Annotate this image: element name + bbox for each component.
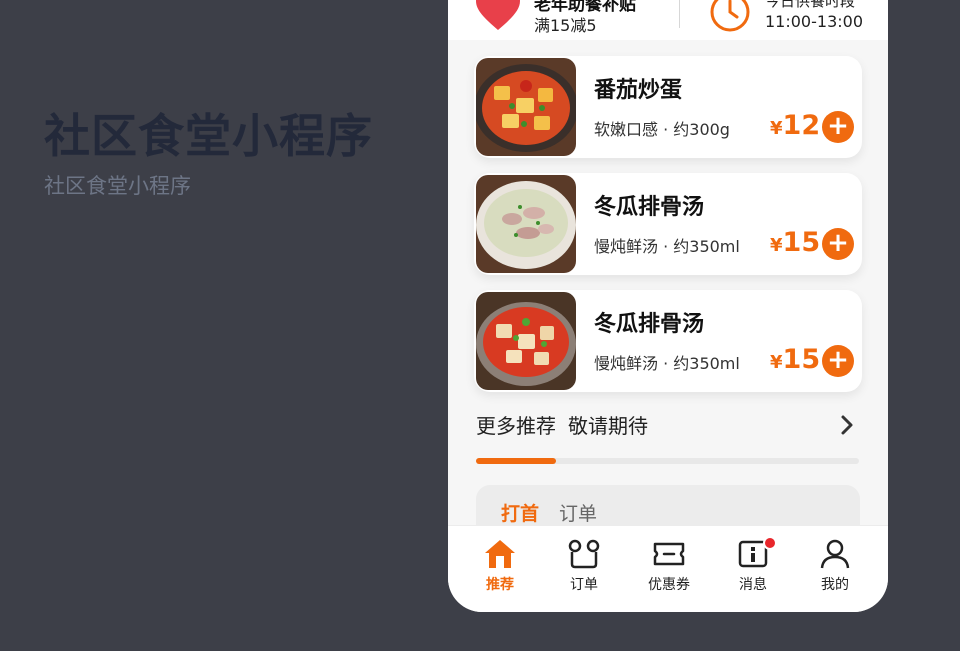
- profile-icon: [820, 539, 850, 569]
- nav-item-messages[interactable]: 消息: [718, 536, 788, 594]
- dish-description: 慢炖鲜汤 · 约350ml: [594, 354, 740, 373]
- dish-price: ¥15: [770, 227, 821, 258]
- nav-item-recommend[interactable]: 推荐: [465, 538, 535, 594]
- dish-photo: [476, 175, 576, 273]
- meal-time-range: 11:00-13:00: [765, 12, 863, 31]
- meal-time-title: 今日供餐时段: [765, 0, 856, 10]
- scroll-progress-fill: [476, 458, 557, 464]
- discount-text: 满15减5: [534, 16, 597, 35]
- dish-price: ¥12: [770, 110, 821, 141]
- dish-card[interactable]: 冬瓜排骨汤 慢炖鲜汤 · 约350ml ¥15 +: [474, 290, 862, 392]
- dish-card[interactable]: 冬瓜排骨汤 慢炖鲜汤 · 约350ml ¥15 +: [474, 173, 862, 275]
- page-headline: 社区食堂小程序: [44, 109, 373, 163]
- heart-icon: [476, 0, 520, 30]
- dish-description: 慢炖鲜汤 · 约350ml: [594, 237, 740, 256]
- clock-icon: [710, 0, 750, 32]
- nav-label: 优惠券: [648, 577, 690, 593]
- more-recommendations[interactable]: 更多推荐 敬请期待: [476, 410, 648, 439]
- nav-label: 推荐: [486, 577, 514, 593]
- dish-description: 软嫩口感 · 约300g: [594, 120, 730, 139]
- nav-item-profile[interactable]: 我的: [800, 538, 870, 594]
- dish-name: 冬瓜排骨汤: [594, 195, 705, 220]
- more-hint: 敬请期待: [568, 414, 648, 438]
- add-to-cart-button[interactable]: +: [822, 228, 854, 260]
- phone-frame: 老年助餐补贴 满15减5 今日供餐时段 11:00-13:00 番茄炒蛋 软嫩口…: [448, 0, 888, 612]
- dish-photo: [476, 58, 576, 156]
- chevron-right-icon[interactable]: [840, 414, 854, 436]
- bottom-nav: 推荐 订单 优惠券 消息 我的: [448, 525, 888, 612]
- nav-item-coupons[interactable]: 优惠券: [634, 538, 704, 594]
- page-subheadline: 社区食堂小程序: [44, 174, 191, 198]
- notification-badge: [763, 536, 777, 550]
- dish-name: 冬瓜排骨汤: [594, 312, 705, 337]
- add-to-cart-button[interactable]: +: [822, 111, 854, 143]
- promo-divider: [679, 0, 680, 28]
- sub-tab-home[interactable]: 打首: [501, 499, 539, 526]
- order-icon: [568, 539, 600, 569]
- nav-item-orders[interactable]: 订单: [549, 538, 619, 594]
- nav-label: 订单: [570, 577, 598, 593]
- dish-name: 番茄炒蛋: [594, 78, 683, 103]
- add-to-cart-button[interactable]: +: [822, 345, 854, 377]
- sub-tab-orders[interactable]: 订单: [559, 499, 597, 526]
- dish-card[interactable]: 番茄炒蛋 软嫩口感 · 约300g ¥12 +: [474, 56, 862, 158]
- dish-photo: [476, 292, 576, 390]
- promo-bar: 老年助餐补贴 满15减5 今日供餐时段 11:00-13:00: [448, 0, 888, 40]
- more-label: 更多推荐: [476, 414, 556, 438]
- scroll-progress-track: [476, 458, 859, 464]
- coupon-icon: [653, 542, 685, 566]
- dish-price: ¥15: [770, 344, 821, 375]
- home-icon: [485, 540, 515, 568]
- nav-label: 消息: [739, 577, 767, 593]
- nav-label: 我的: [821, 577, 849, 593]
